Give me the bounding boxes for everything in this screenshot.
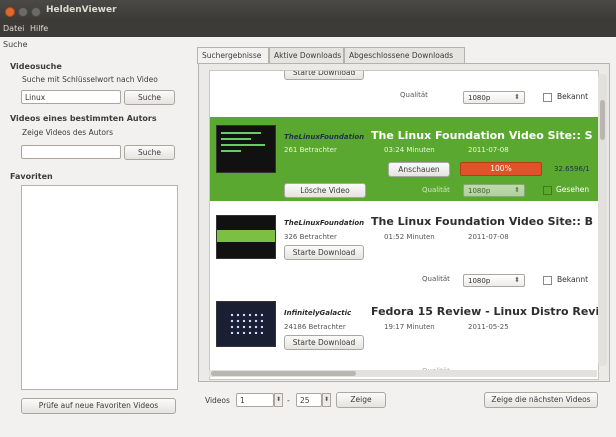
video-views: 261 Betrachter <box>284 146 337 154</box>
video-search-input[interactable]: Linux <box>21 90 121 104</box>
videos-from-input[interactable]: 1 <box>236 393 274 407</box>
author-search-hint: Zeige Videos des Autors <box>22 128 113 137</box>
tab-active-downloads[interactable]: Aktive Downloads <box>269 47 344 63</box>
results-list[interactable]: Starte Download Qualität 1080p ⬍ Bekannt … <box>209 70 599 380</box>
author-search-title: Videos eines bestimmten Autors <box>10 114 157 123</box>
check-favorites-button[interactable]: Prüfe auf neue Favoriten Videos <box>21 398 176 414</box>
tab-completed-downloads[interactable]: Abgeschlossene Downloads <box>344 47 465 63</box>
video-search-title: Videosuche <box>10 62 62 71</box>
results-panel: Starte Download Qualität 1080p ⬍ Bekannt … <box>198 63 610 382</box>
video-search-hint: Suche mit Schlüsselwort nach Video <box>22 75 158 84</box>
list-item: Starte Download Qualität 1080p ⬍ Bekannt <box>210 71 598 119</box>
window-titlebar: HeldenViewer <box>0 0 616 22</box>
video-views: 24186 Betrachter <box>284 323 346 331</box>
tab-search-results[interactable]: Suchergebnisse <box>197 47 269 64</box>
list-item[interactable]: TheLinuxFoundation The Linux Foundation … <box>210 205 598 291</box>
list-item-selected[interactable]: TheLinuxFoundation The Linux Foundation … <box>210 117 598 201</box>
video-duration: 19:17 Minuten <box>384 323 435 331</box>
video-duration: 03:24 Minuten <box>384 146 435 154</box>
chevron-updown-icon: ⬍ <box>514 93 520 101</box>
video-thumbnail[interactable] <box>216 215 276 259</box>
quality-select[interactable]: 1080p ⬍ <box>463 91 525 104</box>
start-download-button[interactable]: Starte Download <box>284 245 364 260</box>
video-views: 326 Betrachter <box>284 233 337 241</box>
scrollbar-thumb[interactable] <box>211 371 356 376</box>
known-label: Bekannt <box>557 275 589 284</box>
videos-to-input[interactable]: 25 <box>296 393 322 407</box>
from-spin-icon[interactable]: ⬍ <box>274 393 283 407</box>
quality-select[interactable]: 1080p ⬍ <box>463 184 525 197</box>
close-window-button[interactable] <box>5 7 15 17</box>
watch-button[interactable]: Anschauen <box>388 162 450 177</box>
author-search-input[interactable] <box>21 145 121 159</box>
quality-select[interactable]: 1080p ⬍ <box>463 274 525 287</box>
video-date: 2011-07-08 <box>468 233 509 241</box>
range-separator: - <box>287 396 290 405</box>
videos-label: Videos <box>205 396 230 405</box>
menubar: Datei Hilfe <box>0 22 616 37</box>
quality-label: Qualität <box>422 275 450 283</box>
video-title: Fedora 15 Review - Linux Distro Revie <box>371 305 599 318</box>
chevron-updown-icon: ⬍ <box>514 276 520 284</box>
video-title: The Linux Foundation Video Site:: B <box>371 215 594 228</box>
to-spin-icon[interactable]: ⬍ <box>322 393 331 407</box>
known-label: Bekannt <box>557 92 589 101</box>
video-date: 2011-07-08 <box>468 146 509 154</box>
quality-label: Qualität <box>400 91 428 99</box>
download-speed: 32.6596/1 <box>554 165 590 173</box>
seen-checkbox[interactable] <box>543 186 552 195</box>
favorites-title: Favoriten <box>10 172 53 181</box>
quality-label: Qualität <box>422 186 450 194</box>
video-author: TheLinuxFoundation <box>284 133 365 141</box>
video-title: The Linux Foundation Video Site:: S <box>371 129 593 142</box>
menu-help[interactable]: Hilfe <box>30 24 48 33</box>
video-author: TheLinuxFoundation <box>284 219 365 227</box>
known-checkbox[interactable] <box>543 93 552 102</box>
video-date: 2011-05-25 <box>468 323 509 331</box>
delete-video-button[interactable]: Lösche Video <box>284 183 366 198</box>
video-author: InfinitelyGalactic <box>284 309 352 317</box>
video-thumbnail[interactable] <box>216 125 276 173</box>
vertical-scrollbar[interactable] <box>598 74 607 366</box>
favorites-list[interactable] <box>21 185 178 390</box>
video-search-button[interactable]: Suche <box>124 90 175 105</box>
minimize-window-button[interactable] <box>18 7 28 17</box>
sidebar-header: Suche <box>3 40 28 49</box>
seen-label: Gesehen <box>556 185 590 194</box>
horizontal-scrollbar[interactable] <box>209 370 597 377</box>
maximize-window-button[interactable] <box>31 7 41 17</box>
start-download-button[interactable]: Starte Download <box>284 71 364 80</box>
show-next-videos-button[interactable]: Zeige die nächsten Videos <box>484 392 598 408</box>
download-progress-bar: 100% <box>460 162 542 176</box>
known-checkbox[interactable] <box>543 276 552 285</box>
video-duration: 01:52 Minuten <box>384 233 435 241</box>
video-thumbnail[interactable] <box>216 301 276 347</box>
show-button[interactable]: Zeige <box>336 392 386 408</box>
author-search-button[interactable]: Suche <box>124 145 175 160</box>
window-title: HeldenViewer <box>46 5 117 15</box>
scrollbar-thumb[interactable] <box>600 100 605 140</box>
menu-file[interactable]: Datei <box>3 24 24 33</box>
progress-text: 100% <box>490 164 512 173</box>
start-download-button[interactable]: Starte Download <box>284 335 364 350</box>
chevron-updown-icon: ⬍ <box>514 186 520 194</box>
list-item[interactable]: InfinitelyGalactic Fedora 15 Review - Li… <box>210 295 598 379</box>
